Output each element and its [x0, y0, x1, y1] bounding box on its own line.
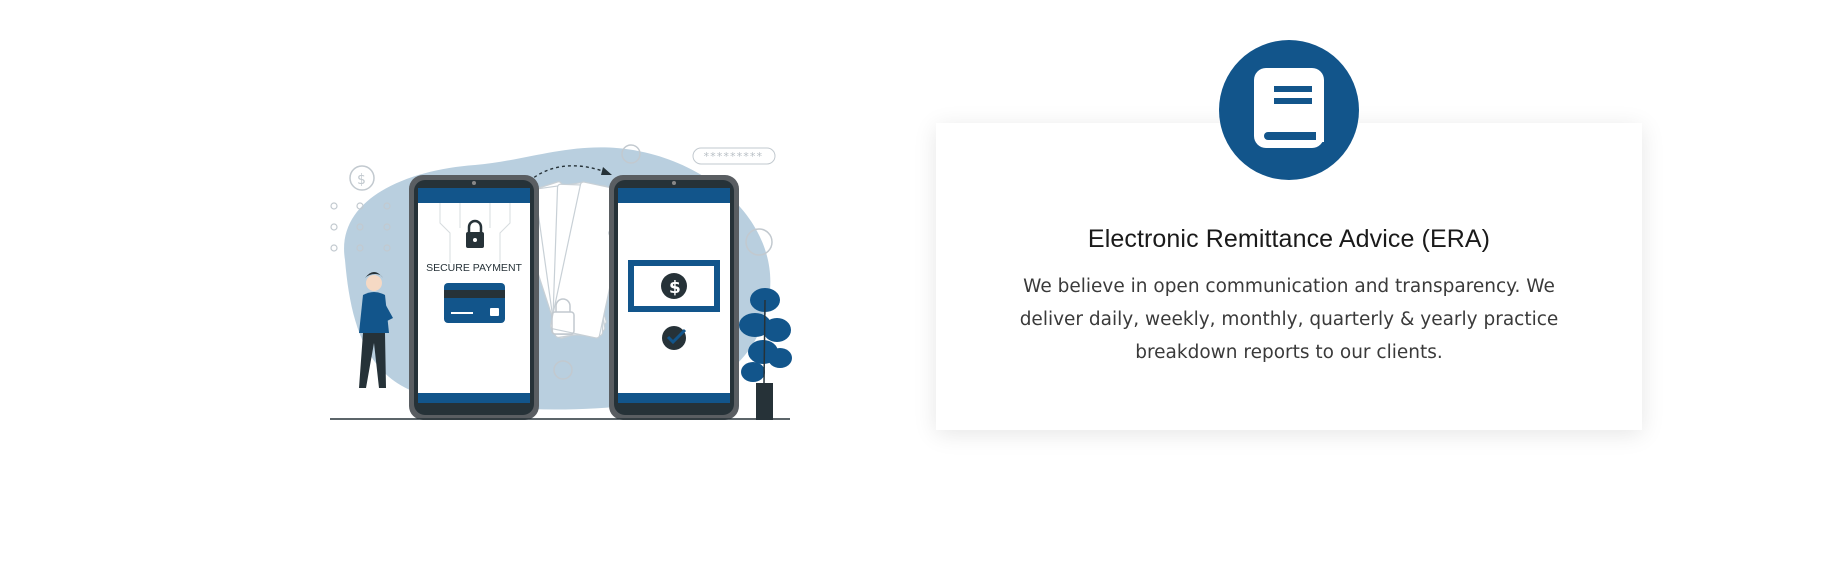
- card-title: Electronic Remittance Advice (ERA): [1087, 225, 1491, 253]
- svg-text:$: $: [669, 278, 681, 298]
- checkmark-icon: [662, 326, 686, 350]
- phone-left: SECURE PAYMENT: [409, 175, 539, 420]
- secure-payment-illustration: $ ********* SECURE PAYMENT $: [325, 140, 795, 420]
- credit-card-icon: [444, 283, 505, 323]
- password-mask: *********: [703, 150, 763, 163]
- secure-payment-label: SECURE PAYMENT: [426, 262, 522, 274]
- card-description: We believe in open communication and tra…: [1019, 276, 1559, 363]
- phone-right: $: [609, 175, 739, 420]
- book-icon: [1250, 64, 1328, 156]
- card-icon-badge: [1219, 40, 1359, 180]
- svg-text:$: $: [357, 172, 366, 188]
